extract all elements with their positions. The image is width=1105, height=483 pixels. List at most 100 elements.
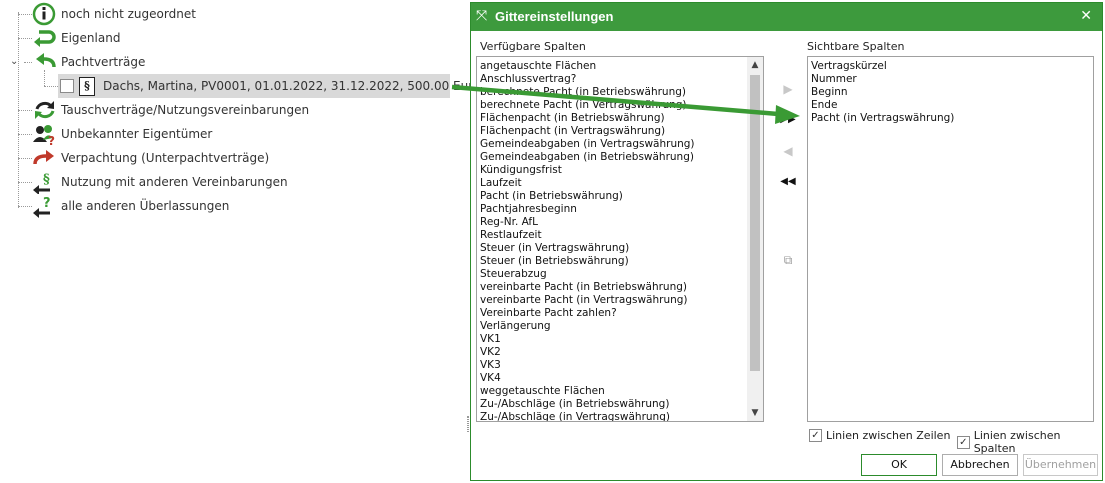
scrollbar-thumb[interactable] xyxy=(750,75,760,371)
tree-item-label: Eigenland xyxy=(61,31,121,45)
tree-connector xyxy=(18,134,32,135)
list-item[interactable]: Gemeindeabgaben (in Vertragswährung) xyxy=(477,138,747,151)
tree-item-noch-nicht-zugeordnet[interactable]: noch nicht zugeordnet xyxy=(32,2,196,26)
tree-item-pachtvertraege[interactable]: Pachtverträge xyxy=(32,50,145,74)
available-columns-list[interactable]: angetauschte Flächen Anschlussvertrag? ber… xyxy=(476,56,764,422)
tree-item-label: Dachs, Martina, PV0001, 01.01.2022, 31.1… xyxy=(103,79,474,93)
list-item[interactable]: Pacht (in Betriebswährung) xyxy=(477,190,747,203)
list-item[interactable]: VK4 xyxy=(477,372,747,385)
list-item[interactable]: VK2 xyxy=(477,346,747,359)
dialog-title: Gittereinstellungen xyxy=(495,9,614,24)
list-item[interactable]: Vertragskürzel xyxy=(808,60,1088,73)
list-item[interactable]: Zu-/Abschläge (in Betriebswährung) xyxy=(477,398,747,411)
list-item[interactable]: Pachtjahresbeginn xyxy=(477,203,747,216)
left-arrow-icon xyxy=(36,53,56,68)
grid-settings-dialog: ⤧ Gittereinstellungen ✕ Verfügbare Spalt… xyxy=(470,2,1103,481)
tree-item-contract[interactable]: Dachs, Martina, PV0001, 01.01.2022, 31.1… xyxy=(103,74,473,98)
list-item[interactable]: vereinbarte Pacht (in Betriebswährung) xyxy=(477,281,747,294)
tree-item-label: alle anderen Überlassungen xyxy=(61,199,230,213)
tree-connector xyxy=(18,110,32,111)
checkbox-check-icon: ✓ xyxy=(957,435,970,449)
list-item[interactable]: Reg-Nr. AfL xyxy=(477,216,747,229)
tree-connector xyxy=(18,158,32,159)
scroll-down-icon[interactable]: ▼ xyxy=(747,405,763,421)
list-item[interactable]: Steuer (in Betriebswährung) xyxy=(477,255,747,268)
list-item[interactable]: Restlaufzeit xyxy=(477,229,747,242)
tree-item-nutzung[interactable]: § Nutzung mit anderen Vereinbarungen xyxy=(32,170,288,194)
visible-columns-label: Sichtbare Spalten xyxy=(807,40,905,53)
paragraph-arrow-icon: § xyxy=(33,172,50,194)
checkbox-label: Linien zwischen Spalten xyxy=(973,429,1061,455)
list-item[interactable]: weggetauschte Flächen xyxy=(477,385,747,398)
scroll-up-icon[interactable]: ▲ xyxy=(747,57,763,73)
splitter-grip-icon[interactable] xyxy=(467,416,469,432)
svg-text:§: § xyxy=(43,172,50,187)
tree-connector xyxy=(18,14,32,15)
list-item[interactable]: Anschlussvertrag? xyxy=(477,73,747,86)
tree-item-tauschvertraege[interactable]: Tauschverträge/Nutzungsvereinbarungen xyxy=(32,98,309,122)
reset-columns-icon[interactable]: ⧉ xyxy=(777,249,799,271)
list-item[interactable]: Flächenpacht (in Vertragswährung) xyxy=(477,125,747,138)
tree-connector xyxy=(18,206,32,207)
grid-settings-icon: ⤧ xyxy=(476,8,488,24)
list-item[interactable]: berechnete Pacht (in Betriebswährung) xyxy=(477,86,747,99)
add-all-columns-button[interactable]: ▶▶ xyxy=(777,109,799,131)
info-icon xyxy=(32,2,56,26)
list-item[interactable]: Steuer (in Vertragswährung) xyxy=(477,242,747,255)
list-item[interactable]: Gemeindeabgaben (in Betriebswährung) xyxy=(477,151,747,164)
checkbox-label: Linien zwischen Zeilen xyxy=(826,429,951,442)
cancel-button[interactable]: Abbrechen xyxy=(942,454,1018,476)
collapse-chevron-icon[interactable]: ⌄ xyxy=(10,56,18,67)
lines-between-rows-checkbox[interactable]: ✓ Linien zwischen Zeilen xyxy=(809,429,950,442)
close-icon[interactable]: ✕ xyxy=(1080,8,1092,24)
lines-between-columns-checkbox[interactable]: ✓ Linien zwischen Spalten xyxy=(957,429,1102,455)
list-item[interactable]: VK1 xyxy=(477,333,747,346)
visible-columns-list[interactable]: Vertragskürzel Nummer Beginn Ende Pacht (in … xyxy=(807,56,1094,422)
dialog-titlebar[interactable]: ⤧ Gittereinstellungen ✕ xyxy=(471,3,1102,31)
tree-connector xyxy=(18,38,32,39)
exchange-arrows-icon xyxy=(35,101,55,119)
tree-item-label: Nutzung mit anderen Vereinbarungen xyxy=(61,175,288,189)
list-item[interactable]: angetauschte Flächen xyxy=(477,60,747,73)
checkbox-check-icon: ✓ xyxy=(809,429,822,442)
list-item[interactable]: Nummer xyxy=(808,73,1088,86)
list-item[interactable]: Laufzeit xyxy=(477,177,747,190)
tree-item-verpachtung[interactable]: Verpachtung (Unterpachtverträge) xyxy=(32,146,269,170)
apply-button[interactable]: Übernehmen xyxy=(1023,454,1098,476)
svg-text:?: ? xyxy=(48,134,55,146)
tree-item-label: Pachtverträge xyxy=(61,55,146,69)
ok-button[interactable]: OK xyxy=(861,454,937,476)
available-columns-label: Verfügbare Spalten xyxy=(480,40,586,53)
remove-all-columns-button[interactable]: ◀◀ xyxy=(777,171,799,193)
list-item[interactable]: Ende xyxy=(808,99,1088,112)
remove-column-button[interactable]: ◀ xyxy=(777,140,799,162)
list-item[interactable]: Kündigungsfrist xyxy=(477,164,747,177)
list-item[interactable]: vereinbarte Pacht (in Vertragswährung) xyxy=(477,294,747,307)
list-item[interactable]: Beginn xyxy=(808,86,1088,99)
add-column-button[interactable]: ▶ xyxy=(777,78,799,100)
list-item[interactable]: berechnete Pacht (in Vertragswährung) xyxy=(477,99,747,112)
visible-columns-items: Vertragskürzel Nummer Beginn Ende Pacht (in … xyxy=(808,60,1088,125)
available-list-scrollbar[interactable]: ▲ ▼ xyxy=(747,57,763,421)
list-item[interactable]: Steuerabzug xyxy=(477,268,747,281)
tree-connector xyxy=(18,182,32,183)
list-item[interactable]: Vereinbarte Pacht zahlen? xyxy=(477,307,747,320)
list-item[interactable]: VK3 xyxy=(477,359,747,372)
right-arrow-red-icon xyxy=(33,150,54,165)
question-arrow-icon: ? xyxy=(33,196,51,218)
tree-item-checkbox[interactable] xyxy=(60,79,74,93)
tree-item-andere-ueberlassungen[interactable]: ? alle anderen Überlassungen xyxy=(32,194,229,218)
list-item[interactable]: Verlängerung xyxy=(477,320,747,333)
tree-item-label: Verpachtung (Unterpachtverträge) xyxy=(61,151,270,165)
tree-item-unbekannter-eigentuemer[interactable]: ? Unbekannter Eigentümer xyxy=(32,122,212,146)
unknown-owner-icon: ? xyxy=(33,125,55,146)
tree-item-label: Tauschverträge/Nutzungsvereinbarungen xyxy=(61,103,310,117)
tree-panel: noch nicht zugeordnet Eigenland ⌄ Pachtv… xyxy=(0,0,473,483)
tree-item-eigenland[interactable]: Eigenland xyxy=(32,26,120,50)
list-item[interactable]: Flächenpacht (in Betriebswährung) xyxy=(477,112,747,125)
tree-connector xyxy=(44,86,58,87)
list-item[interactable]: Zu-/Abschläge (in Vertragswährung) xyxy=(477,411,747,421)
tree-connector xyxy=(24,62,32,63)
list-item[interactable]: Pacht (in Vertragswährung) xyxy=(808,112,1088,125)
svg-text:?: ? xyxy=(43,196,51,211)
